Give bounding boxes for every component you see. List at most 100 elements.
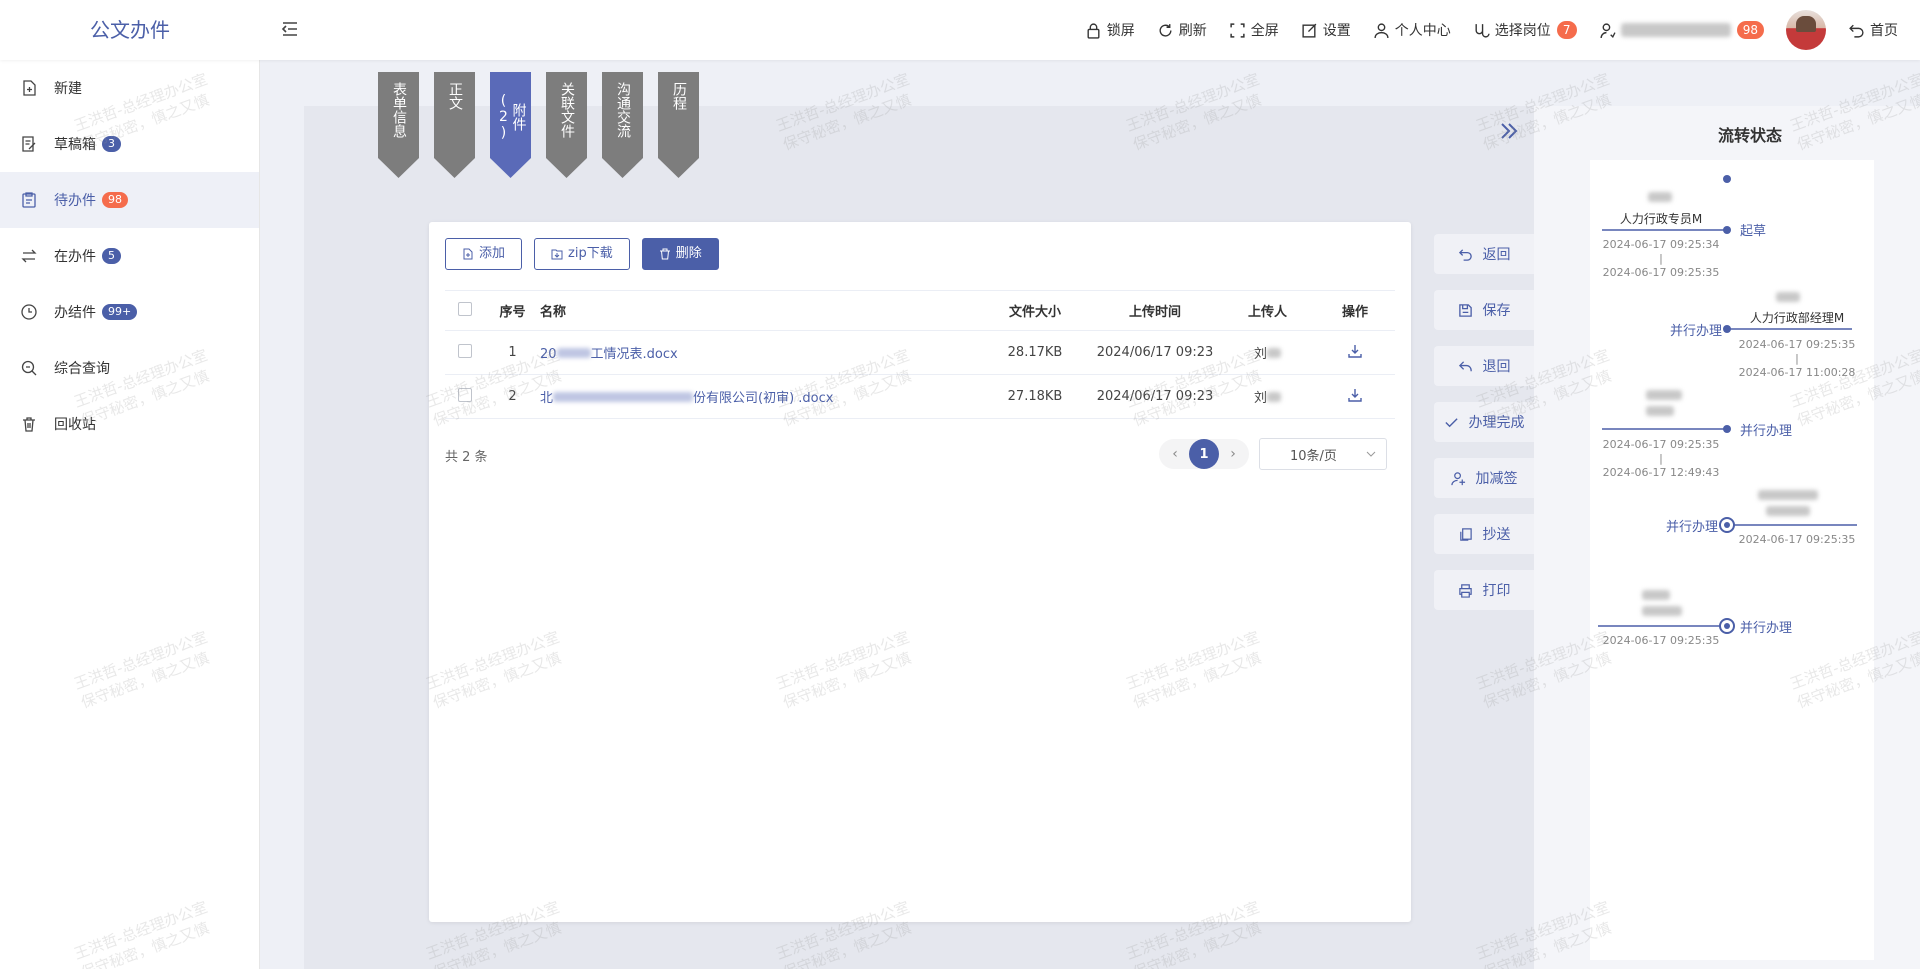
row-size: 27.18KB — [980, 374, 1090, 419]
post-count-badge: 7 — [1556, 21, 1577, 39]
complete-button[interactable]: 办理完成 — [1434, 402, 1534, 442]
cc-button[interactable]: 抄送 — [1434, 514, 1534, 554]
flow-action: 并行办理 — [1740, 621, 1793, 636]
flow-action: 并行办理 — [1740, 424, 1793, 439]
settings-label: 设置 — [1322, 23, 1351, 39]
redacted-name — [1648, 192, 1672, 202]
row-name-cell: 20 工情况表.docx — [540, 330, 980, 375]
col-size: 文件大小 — [980, 290, 1090, 331]
lock-screen-button[interactable]: 锁屏 — [1085, 20, 1135, 40]
save-icon — [1458, 303, 1472, 317]
flow-role: 人力行政专员M — [1619, 212, 1703, 226]
chevron-down-icon — [1366, 451, 1376, 457]
col-time: 上传时间 — [1090, 290, 1220, 331]
user-icon — [1374, 22, 1389, 38]
sidebar-item-recycle-bin[interactable]: 回收站 — [0, 396, 259, 452]
attachments-card: 添加 zip下载 删除 序号 名称 文件大小 上传时间 上传人 操作 1 20 … — [429, 222, 1411, 922]
flow-action: 起草 — [1740, 224, 1767, 239]
select-all-checkbox[interactable] — [458, 301, 472, 316]
trash-icon — [659, 248, 670, 260]
redacted-name — [1758, 490, 1818, 500]
add-attachment-button[interactable]: 添加 — [445, 238, 523, 270]
collapse-menu-icon[interactable] — [280, 19, 300, 39]
redacted-name — [1776, 292, 1800, 302]
tab-attachments[interactable]: 附件(2) — [490, 72, 531, 178]
flow-node-dot — [1724, 522, 1730, 528]
sidebar-item-new[interactable]: 新建 — [0, 60, 259, 116]
sidebar-item-label: 综合查询 — [54, 361, 110, 377]
print-button[interactable]: 打印 — [1434, 570, 1534, 610]
page-size-select[interactable]: 10条/页 — [1259, 438, 1387, 470]
attachment-name-suffix: 份有限公司(初审) .docx — [693, 391, 834, 406]
delete-label: 删除 — [675, 246, 702, 261]
redacted-text — [556, 348, 591, 358]
delete-attachment-button[interactable]: 删除 — [641, 238, 719, 270]
profile-button[interactable]: 个人中心 — [1373, 20, 1451, 40]
double-chevron-right-icon[interactable] — [1498, 120, 1520, 142]
row-uploader-cell: 刘 — [1220, 374, 1315, 419]
current-user-button[interactable]: 98 — [1599, 21, 1764, 39]
fullscreen-icon — [1230, 22, 1245, 38]
in-progress-count-badge: 5 — [102, 248, 121, 264]
send-back-button[interactable]: 退回 — [1434, 346, 1534, 386]
download-icon[interactable] — [1347, 343, 1363, 359]
timeline-start-dot — [1723, 175, 1731, 183]
flow-time-sep: | — [1659, 252, 1663, 265]
profile-label: 个人中心 — [1394, 23, 1451, 39]
download-icon[interactable] — [1347, 387, 1363, 403]
add-label: 添加 — [479, 246, 506, 261]
lock-icon — [1087, 23, 1100, 39]
copy-icon — [1459, 527, 1472, 541]
tab-form-info[interactable]: 表单信息 — [378, 72, 419, 178]
tab-history[interactable]: 历程 — [658, 72, 699, 178]
action-buttons: 返回 保存 退回 办理完成 加减签 抄送 打印 — [1434, 234, 1534, 626]
prev-page-icon[interactable]: ‹ — [1161, 440, 1189, 468]
flow-action: 并行办理 — [1665, 520, 1718, 535]
sidebar-item-search[interactable]: 综合查询 — [0, 340, 259, 396]
col-action: 操作 — [1315, 290, 1395, 331]
total-count: 共 2 条 — [445, 450, 488, 465]
sidebar-item-todo[interactable]: 待办件 98 — [0, 172, 259, 228]
action-label: 加减签 — [1475, 471, 1518, 487]
lock-screen-label: 锁屏 — [1106, 23, 1135, 39]
tab-label: 历程 — [671, 82, 687, 110]
next-page-icon[interactable]: › — [1219, 440, 1247, 468]
flow-time-start: 2024-06-17 09:25:34 — [1602, 238, 1720, 251]
clock-icon — [21, 304, 37, 320]
user-switch-icon — [1600, 22, 1616, 38]
row-action-cell — [1315, 330, 1395, 375]
attachment-link[interactable]: 北 份有限公司(初审) .docx — [540, 391, 833, 406]
trash-icon — [23, 417, 35, 432]
action-label: 办理完成 — [1468, 415, 1525, 431]
row-uploader: 刘 — [1253, 391, 1267, 406]
refresh-button[interactable]: 刷新 — [1157, 20, 1207, 40]
avatar[interactable] — [1786, 10, 1826, 50]
return-icon — [1458, 248, 1472, 261]
home-button[interactable]: 首页 — [1848, 20, 1898, 40]
tab-related-files[interactable]: 关联文件 — [546, 72, 587, 178]
row-checkbox[interactable] — [458, 343, 472, 358]
return-button[interactable]: 返回 — [1434, 234, 1534, 274]
attachment-name-prefix: 北 — [540, 391, 554, 406]
sidebar-item-drafts[interactable]: 草稿箱 3 — [0, 116, 259, 172]
attachment-link[interactable]: 20 工情况表.docx — [540, 347, 678, 362]
pagination: ‹ 1 › 10条/页 — [1159, 438, 1387, 470]
save-button[interactable]: 保存 — [1434, 290, 1534, 330]
tab-label: 表单信息 — [391, 82, 407, 138]
tab-communication[interactable]: 沟通交流 — [602, 72, 643, 178]
action-strip-bg — [1534, 106, 1580, 969]
sidebar-item-in-progress[interactable]: 在办件 5 — [0, 228, 259, 284]
fullscreen-button[interactable]: 全屏 — [1229, 20, 1279, 40]
sidebar-item-completed[interactable]: 办结件 99+ — [0, 284, 259, 340]
page-number-button[interactable]: 1 — [1189, 439, 1219, 469]
tab-body-text[interactable]: 正文 — [434, 72, 475, 178]
flow-node-dot — [1723, 425, 1731, 433]
print-icon — [1458, 583, 1472, 598]
redacted-text — [553, 392, 694, 402]
zip-download-button[interactable]: zip下载 — [534, 238, 630, 270]
add-remove-signer-button[interactable]: 加减签 — [1434, 458, 1534, 498]
row-checkbox[interactable] — [458, 387, 472, 402]
select-post-button[interactable]: 选择岗位 7 — [1473, 20, 1577, 40]
settings-button[interactable]: 设置 — [1301, 20, 1351, 40]
sidebar-item-label: 待办件 — [54, 193, 96, 209]
